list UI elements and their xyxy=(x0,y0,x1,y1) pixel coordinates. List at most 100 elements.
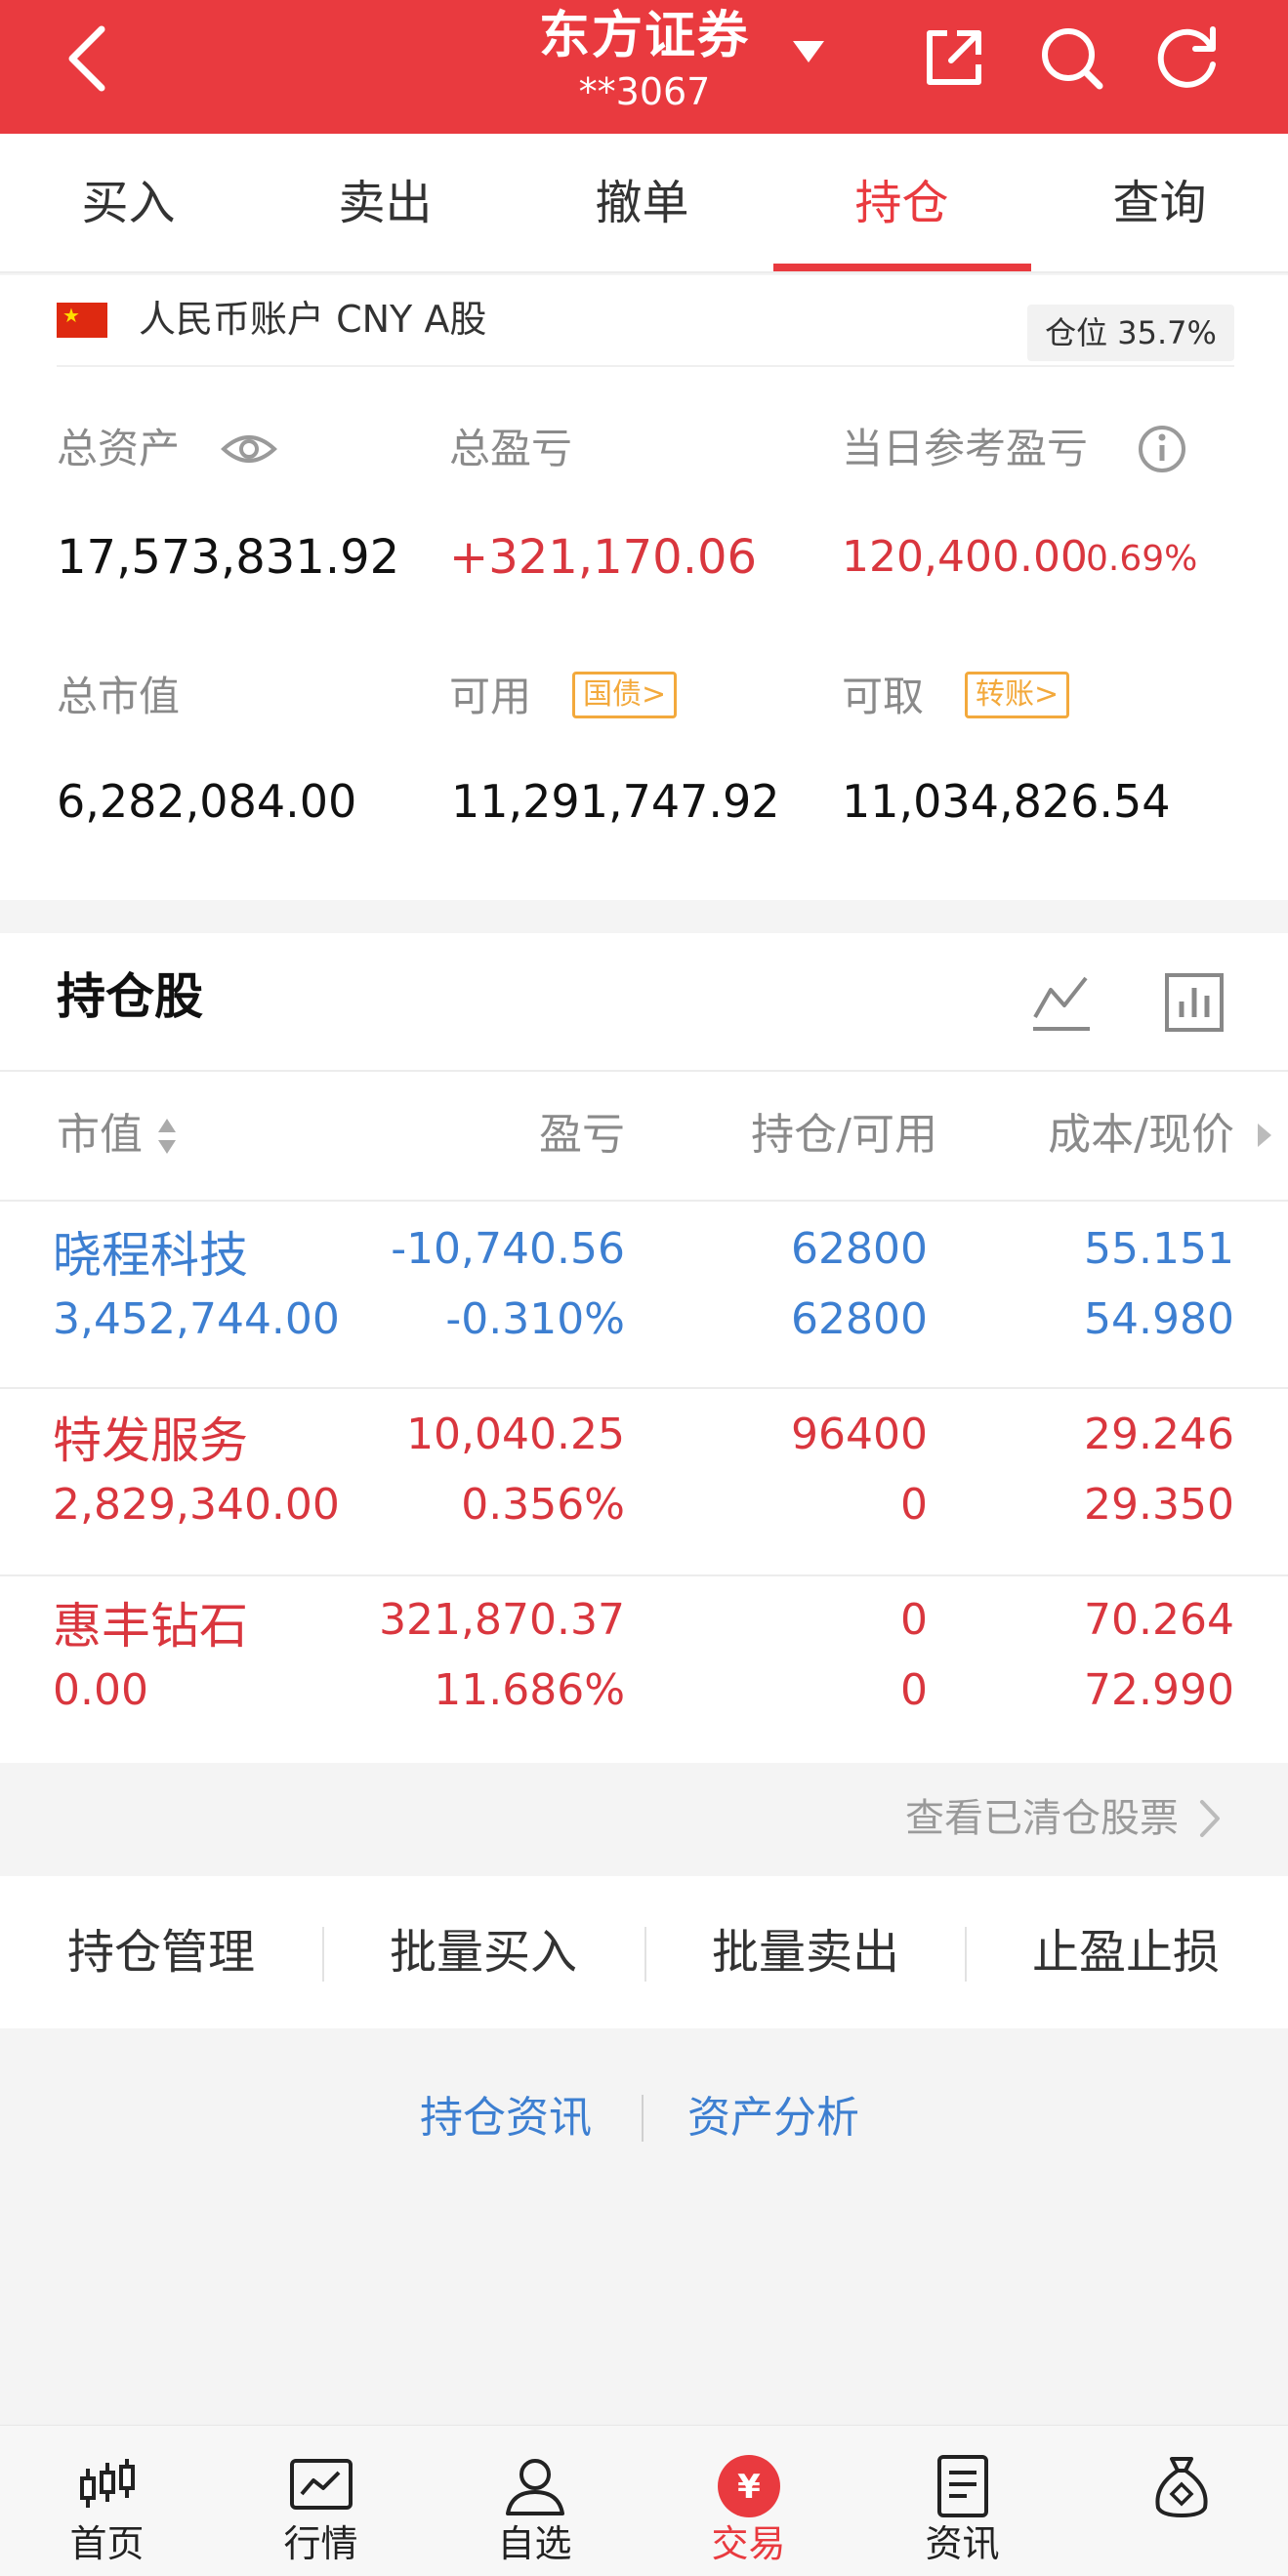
col-market-value[interactable]: 市值 xyxy=(57,1072,143,1199)
active-tab-indicator xyxy=(773,264,1031,271)
stock-pnl: 321,870.37 xyxy=(379,1595,625,1645)
batch-buy-button[interactable]: 批量买入 xyxy=(322,1876,644,2028)
tab-holdings[interactable]: 持仓 xyxy=(773,134,1030,273)
available-value: 11,291,747.92 xyxy=(451,775,780,828)
divider xyxy=(57,365,1234,367)
asset-analysis-link[interactable]: 资产分析 xyxy=(687,2069,859,2167)
chart-icon xyxy=(290,2459,353,2510)
info-icon[interactable] xyxy=(1137,424,1187,474)
table-row[interactable]: 晓程科技 3,452,744.00 -10,740.56 -0.310% 628… xyxy=(0,1204,1288,1389)
stock-name: 特发服务 xyxy=(53,1412,248,1469)
stock-cost: 70.264 xyxy=(1084,1595,1234,1645)
stock-pnl-pct: -0.310% xyxy=(445,1294,625,1344)
nav-home[interactable]: 首页 xyxy=(0,2426,214,2576)
stock-cost: 29.246 xyxy=(1084,1410,1234,1459)
divider xyxy=(642,2095,644,2142)
treasury-bond-tag[interactable]: 国债> xyxy=(572,672,678,718)
document-icon xyxy=(937,2455,988,2517)
trade-tabs: 买入 卖出 撤单 持仓 查询 xyxy=(0,134,1288,273)
user-icon xyxy=(506,2459,564,2515)
daily-pnl-label: 当日参考盈亏 xyxy=(842,425,1089,472)
china-flag-icon: ★ xyxy=(57,303,107,338)
col-position-available: 持仓/可用 xyxy=(751,1110,937,1160)
total-pnl-label: 总盈亏 xyxy=(449,425,573,472)
search-icon[interactable] xyxy=(1035,21,1107,94)
nav-news[interactable]: 资讯 xyxy=(855,2426,1069,2576)
table-row[interactable]: 惠丰钻石 0.00 321,870.37 11.686% 0 0 70.264 … xyxy=(0,1578,1288,1764)
available-label: 可用 xyxy=(449,673,532,720)
sort-icon[interactable] xyxy=(156,1117,178,1156)
holdings-column-headers: 市值 盈亏 持仓/可用 成本/现价 xyxy=(0,1070,1288,1202)
holdings-title: 持仓股 xyxy=(57,968,203,1025)
money-bag-icon xyxy=(1155,2457,1208,2517)
nav-label: 行情 xyxy=(283,2522,358,2565)
stock-available: 0 xyxy=(900,1480,928,1530)
transfer-tag[interactable]: 转账> xyxy=(965,672,1070,718)
position-management-button[interactable]: 持仓管理 xyxy=(0,1876,322,2028)
stock-pnl: 10,040.25 xyxy=(406,1410,625,1459)
yen-icon: ¥ xyxy=(718,2455,780,2517)
batch-sell-button[interactable]: 批量卖出 xyxy=(644,1876,967,2028)
account-switcher[interactable]: 东方证券 **3067 xyxy=(488,2,801,129)
tab-query[interactable]: 查询 xyxy=(1031,134,1288,273)
stock-name: 惠丰钻石 xyxy=(53,1598,248,1655)
total-pnl-value: +321,170.06 xyxy=(449,530,758,585)
total-assets-value: 17,573,831.92 xyxy=(57,530,400,585)
stock-pnl-pct: 11.686% xyxy=(434,1665,625,1715)
tab-sell[interactable]: 卖出 xyxy=(257,134,514,273)
line-chart-icon[interactable] xyxy=(1031,972,1092,1033)
market-value-label: 总市值 xyxy=(57,673,181,720)
nav-label: 首页 xyxy=(69,2522,145,2565)
holdings-news-link[interactable]: 持仓资讯 xyxy=(420,2069,592,2167)
stock-price: 72.990 xyxy=(1084,1665,1234,1715)
stock-price: 54.980 xyxy=(1084,1294,1234,1344)
share-icon[interactable] xyxy=(918,21,990,94)
triangle-right-icon[interactable] xyxy=(1254,1121,1275,1150)
col-cost-price: 成本/现价 xyxy=(1048,1110,1234,1160)
caret-down-icon[interactable] xyxy=(789,37,828,66)
account-type-label: 人民币账户 CNY A股 xyxy=(139,298,487,341)
nav-watchlist[interactable]: 自选 xyxy=(428,2426,642,2576)
nav-trade[interactable]: ¥ 交易 xyxy=(642,2426,855,2576)
bar-chart-icon[interactable] xyxy=(1164,972,1225,1033)
withdrawable-label: 可取 xyxy=(842,673,925,720)
stock-market-value: 0.00 xyxy=(53,1665,148,1715)
stock-position: 96400 xyxy=(791,1410,928,1459)
table-row[interactable]: 特发服务 2,829,340.00 10,040.25 0.356% 96400… xyxy=(0,1391,1288,1576)
daily-pnl-value: 120,400.00 xyxy=(842,532,1088,582)
position-ratio-badge: 仓位 35.7% xyxy=(1027,305,1234,361)
stock-pnl-pct: 0.356% xyxy=(461,1480,625,1530)
refresh-icon[interactable] xyxy=(1152,21,1225,94)
cleared-stocks-link[interactable]: 查看已清仓股票 xyxy=(0,1765,1288,1874)
col-pnl: 盈亏 xyxy=(539,1110,625,1160)
total-assets-label: 总资产 xyxy=(57,425,181,472)
bottom-nav: 首页 行情 自选 ¥ 交易 资讯 xyxy=(0,2425,1288,2576)
cleared-stocks-label: 查看已清仓股票 xyxy=(905,1796,1179,1841)
stock-position: 0 xyxy=(900,1595,928,1645)
stock-name: 晓程科技 xyxy=(53,1227,248,1284)
nav-label: 自选 xyxy=(497,2522,572,2565)
back-arrow-icon[interactable] xyxy=(61,20,119,98)
nav-market[interactable]: 行情 xyxy=(214,2426,428,2576)
stock-available: 0 xyxy=(900,1665,928,1715)
stock-cost: 55.151 xyxy=(1084,1224,1234,1274)
eye-icon[interactable] xyxy=(221,428,277,470)
app-header: 东方证券 **3067 xyxy=(0,0,1288,134)
nav-label: 交易 xyxy=(711,2522,786,2565)
account-summary: ★ 人民币账户 CNY A股 仓位 35.7% 总资产 总盈亏 当日参考盈亏 1… xyxy=(0,275,1288,900)
tab-cancel-order[interactable]: 撤单 xyxy=(514,134,770,273)
stock-position: 62800 xyxy=(791,1224,928,1274)
chevron-right-icon xyxy=(1200,1800,1220,1837)
svg-text:¥: ¥ xyxy=(737,2468,761,2507)
info-links: 持仓资讯 资产分析 xyxy=(0,2069,1288,2167)
market-value-value: 6,282,084.00 xyxy=(57,775,357,828)
nav-label: 资讯 xyxy=(925,2522,1000,2565)
nav-wealth[interactable] xyxy=(1074,2426,1288,2576)
take-profit-stop-loss-button[interactable]: 止盈止损 xyxy=(965,1876,1287,2028)
tab-buy[interactable]: 买入 xyxy=(0,134,257,273)
holdings-action-bar: 持仓管理 批量买入 批量卖出 止盈止损 xyxy=(0,1876,1288,2028)
withdrawable-value: 11,034,826.54 xyxy=(842,775,1171,828)
stock-available: 62800 xyxy=(791,1294,928,1344)
daily-pnl-pct: 0.69% xyxy=(1086,539,1198,579)
stock-price: 29.350 xyxy=(1084,1480,1234,1530)
